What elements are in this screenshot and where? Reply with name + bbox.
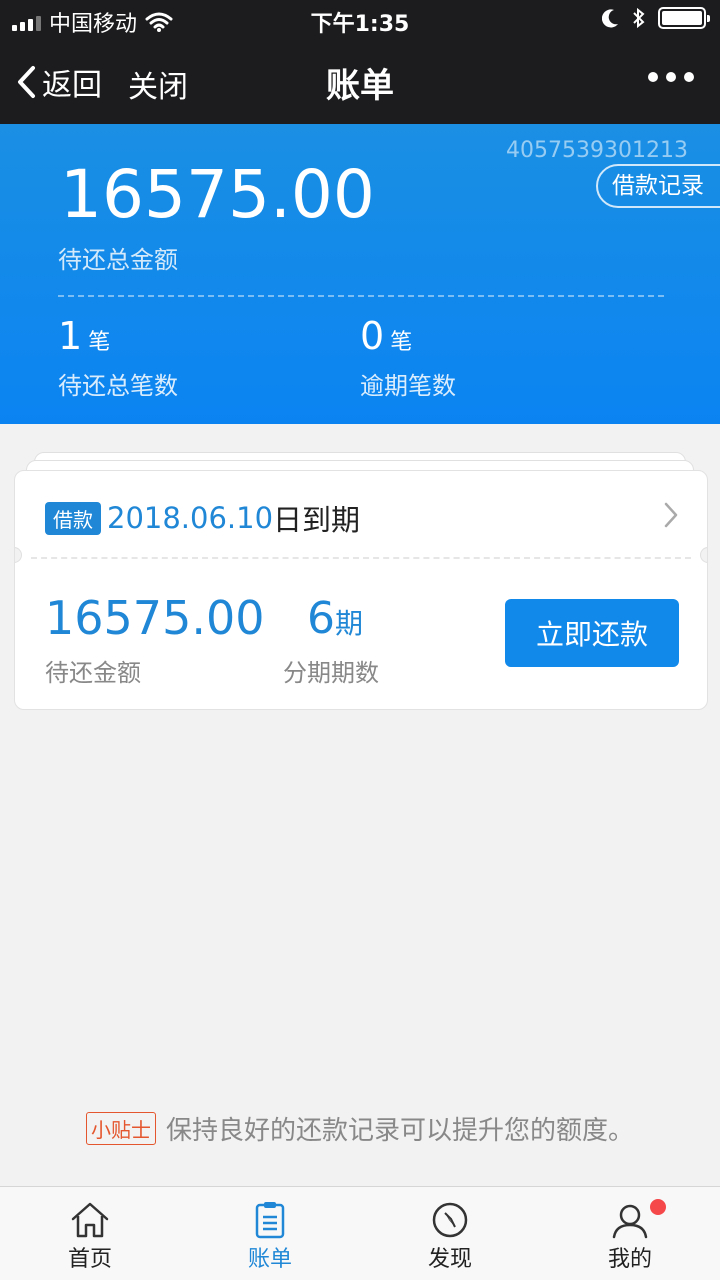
due-suffix: 日到期: [273, 503, 361, 537]
nav-bar: 返回 关闭 账单: [0, 40, 720, 124]
overdue-count: 0: [360, 314, 385, 358]
tip-banner: 小贴士 保持良好的还款记录可以提升您的额度。: [0, 1110, 720, 1147]
pending-count-stat: 1笔 待还总笔数: [58, 314, 178, 401]
bill-due-row: 借款 2018.06.10 日到期: [45, 497, 360, 539]
overdue-unit: 笔: [390, 330, 413, 355]
summary-divider: [58, 295, 664, 297]
chevron-right-icon[interactable]: [663, 501, 679, 529]
bill-summary: 4057539301213 借款记录 16575.00 待还总金额 1笔 待还总…: [0, 124, 720, 424]
home-icon: [71, 1202, 109, 1238]
repay-now-button[interactable]: 立即还款: [505, 599, 679, 667]
total-due-amount: 16575.00: [60, 156, 375, 233]
account-number: 4057539301213: [506, 138, 688, 163]
pending-count: 1: [58, 314, 83, 358]
tab-discover[interactable]: 发现: [360, 1187, 540, 1280]
installment-periods: 6期: [307, 593, 363, 644]
status-right: [602, 7, 710, 29]
more-icon[interactable]: [648, 72, 694, 82]
user-icon: [612, 1204, 648, 1239]
status-bar: 中国移动 下午1:35: [0, 0, 720, 40]
due-amount: 16575.00: [45, 591, 265, 645]
tab-mine-label: 我的: [607, 1247, 652, 1272]
tab-home-label: 首页: [67, 1247, 112, 1272]
tip-text: 保持良好的还款记录可以提升您的额度。: [165, 1116, 634, 1146]
tab-discover-label: 发现: [427, 1247, 472, 1272]
battery-icon: [658, 7, 710, 29]
periods-count: 6: [307, 593, 335, 644]
tab-bar: 首页 账单 发现 我的: [0, 1186, 720, 1280]
tab-home[interactable]: 首页: [0, 1187, 180, 1280]
tip-badge: 小贴士: [85, 1112, 156, 1145]
card-notch-right: [700, 547, 707, 563]
card-notch-left: [15, 547, 22, 563]
page-title: 账单: [326, 66, 394, 106]
periods-unit: 期: [335, 607, 364, 640]
loan-tag: 借款: [45, 501, 101, 535]
card-divider: [31, 557, 691, 559]
tab-bill[interactable]: 账单: [180, 1187, 360, 1280]
bill-icon: [255, 1202, 285, 1239]
notification-dot: [650, 1199, 666, 1215]
tab-mine[interactable]: 我的: [540, 1187, 720, 1280]
bill-card[interactable]: 借款 2018.06.10 日到期 16575.00 待还金额 6期 分期期数 …: [14, 470, 708, 710]
overdue-count-stat: 0笔 逾期笔数: [360, 314, 456, 401]
total-due-label: 待还总金额: [58, 246, 178, 274]
overdue-count-label: 逾期笔数: [360, 372, 456, 400]
tab-bill-label: 账单: [247, 1247, 292, 1272]
periods-label: 分期期数: [283, 659, 379, 687]
compass-icon: [432, 1202, 468, 1238]
bluetooth-icon: [633, 7, 645, 29]
moon-icon: [602, 9, 618, 28]
due-date: 2018.06.10: [107, 501, 274, 535]
loan-records-button[interactable]: 借款记录: [596, 164, 720, 208]
due-amount-label: 待还金额: [45, 659, 141, 687]
pending-unit: 笔: [88, 330, 111, 355]
pending-count-label: 待还总笔数: [58, 372, 178, 400]
